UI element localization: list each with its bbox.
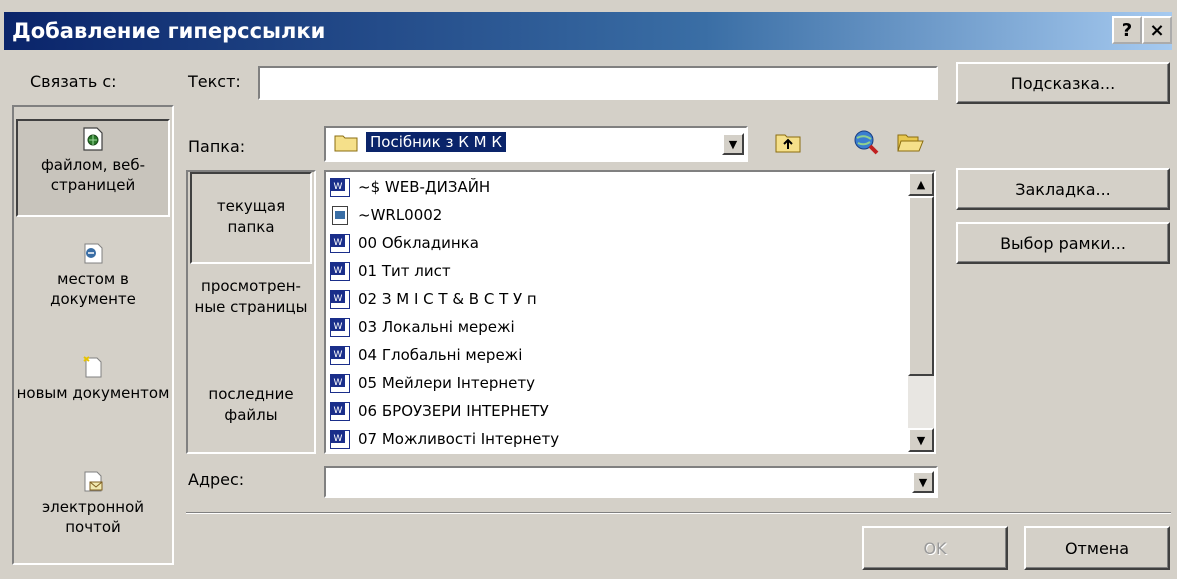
select-frame-button[interactable]: Выбор рамки...: [956, 222, 1170, 264]
file-list-item[interactable]: W 00 Обкладинка: [330, 230, 479, 256]
link-to-bar: файлом, веб-страницей местом в документе…: [12, 105, 174, 565]
insert-hyperlink-dialog: Добавление гиперссылки ? × Связать с: фа…: [0, 0, 1177, 579]
svg-text:W: W: [334, 350, 343, 360]
up-one-folder-button[interactable]: [770, 124, 806, 160]
browse-web-button[interactable]: [848, 124, 884, 160]
link-to-label: Связать с:: [30, 72, 117, 91]
file-name: ~WRL0002: [358, 206, 443, 224]
scroll-down-arrow-icon[interactable]: ▼: [908, 428, 934, 452]
hint-button[interactable]: Подсказка...: [956, 62, 1170, 104]
word-doc-icon: W: [330, 177, 350, 197]
folder-value: Посібник з К М К: [364, 131, 508, 153]
file-name: 04 Глобальні мережі: [358, 346, 523, 364]
file-list-item[interactable]: W 03 Локальні мережі: [330, 314, 515, 340]
browse-file-button[interactable]: [892, 124, 928, 160]
address-input[interactable]: ▼: [324, 466, 938, 498]
folder-icon: [334, 135, 358, 152]
nav-current-folder[interactable]: текущая папка: [190, 172, 312, 264]
file-list-item[interactable]: W ~$ WEB-ДИЗАЙН: [330, 174, 490, 200]
folder-dropdown-arrow-icon[interactable]: ▼: [722, 133, 744, 155]
svg-text:W: W: [334, 322, 343, 332]
file-list-item[interactable]: W 05 Мейлери Інтернету: [330, 370, 535, 396]
file-name: 03 Локальні мережі: [358, 318, 515, 336]
open-folder-icon: [897, 134, 924, 152]
address-dropdown-arrow-icon[interactable]: ▼: [912, 471, 934, 493]
svg-text:W: W: [334, 294, 343, 304]
file-list-item[interactable]: W 01 Тит лист: [330, 258, 451, 284]
link-to-place-in-document[interactable]: местом в документе: [16, 241, 170, 331]
word-doc-icon: W: [330, 289, 350, 309]
file-list[interactable]: W ~$ WEB-ДИЗАЙН ~WRL0002 W 00 Обкладинка W 01 …: [324, 170, 936, 454]
svg-text:W: W: [334, 182, 343, 192]
file-name: 05 Мейлери Інтернету: [358, 374, 535, 392]
up-folder-icon: [775, 134, 801, 153]
word-doc-icon: W: [330, 401, 350, 421]
folder-label: Папка:: [188, 137, 246, 156]
generic-file-icon: [332, 205, 348, 225]
word-doc-icon: W: [330, 429, 350, 449]
text-input[interactable]: [258, 66, 938, 100]
scroll-thumb[interactable]: [908, 196, 934, 376]
vertical-scrollbar[interactable]: ▲ ▼: [908, 172, 934, 452]
nav-browsed-pages[interactable]: просмотрен-ные страницы: [190, 276, 312, 356]
place-in-document-icon: [84, 243, 103, 264]
folder-select[interactable]: Посібник з К М К ▼: [324, 126, 748, 162]
file-list-item[interactable]: W 02 З М І С Т & В С Т У п: [330, 286, 537, 312]
link-to-file-web-page-label: файлом, веб-страницей: [40, 156, 146, 194]
link-to-new-document-label: новым документом: [16, 384, 170, 402]
file-list-item[interactable]: W 04 Глобальні мережі: [330, 342, 522, 368]
file-list-item[interactable]: W 06 БРОУЗЕРИ ІНТЕРНЕТУ: [330, 398, 549, 424]
new-document-icon: [83, 356, 102, 378]
ok-button[interactable]: OK: [862, 526, 1008, 570]
link-to-email-label: электронной почтой: [41, 498, 145, 536]
word-doc-icon: W: [330, 373, 350, 393]
separator: [186, 512, 1171, 514]
browse-web-icon: [854, 130, 879, 155]
cancel-button[interactable]: Отмена: [1024, 526, 1170, 570]
file-name: ~$ WEB-ДИЗАЙН: [358, 178, 491, 196]
file-list-item[interactable]: ~WRL0002: [330, 202, 442, 228]
word-doc-icon: W: [330, 317, 350, 337]
svg-text:W: W: [334, 238, 343, 248]
link-to-place-label: местом в документе: [50, 270, 136, 308]
link-to-new-document[interactable]: новым документом: [16, 355, 170, 445]
link-to-file-web-page[interactable]: файлом, веб-страницей: [16, 119, 170, 217]
file-name: 02 З М І С Т & В С Т У п: [358, 290, 537, 308]
close-button[interactable]: ×: [1142, 16, 1172, 44]
title-bar[interactable]: Добавление гиперссылки: [4, 12, 1172, 50]
address-label: Адрес:: [188, 470, 245, 489]
browse-navigation-bar: текущая папка просмотрен-ные страницы по…: [186, 170, 316, 454]
svg-text:W: W: [334, 406, 343, 416]
web-page-icon: [83, 127, 103, 151]
nav-recent-files[interactable]: последние файлы: [190, 384, 312, 446]
file-name: 00 Обкладинка: [358, 234, 479, 252]
word-doc-icon: W: [330, 345, 350, 365]
word-doc-icon: W: [330, 233, 350, 253]
svg-text:W: W: [334, 266, 343, 276]
email-icon: [84, 471, 103, 492]
dialog-title: Добавление гиперссылки: [12, 19, 326, 43]
file-name: 06 БРОУЗЕРИ ІНТЕРНЕТУ: [358, 402, 549, 420]
text-label: Текст:: [188, 72, 241, 91]
link-to-email[interactable]: электронной почтой: [16, 469, 170, 559]
svg-text:W: W: [334, 434, 343, 444]
svg-text:W: W: [334, 378, 343, 388]
scroll-up-arrow-icon[interactable]: ▲: [908, 172, 934, 196]
word-doc-icon: W: [330, 261, 350, 281]
help-button[interactable]: ?: [1112, 16, 1142, 44]
file-name: 01 Тит лист: [358, 262, 451, 280]
file-name: 07 Можливості Інтернету: [358, 430, 560, 448]
bookmark-button[interactable]: Закладка...: [956, 168, 1170, 210]
file-list-item[interactable]: W 07 Можливості Інтернету: [330, 426, 559, 452]
